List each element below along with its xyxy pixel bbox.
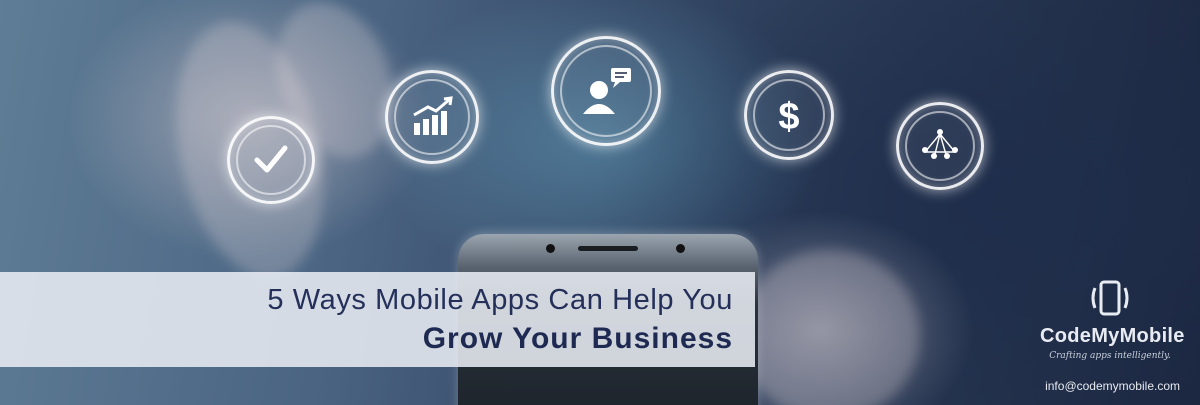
phone-camera	[676, 244, 685, 253]
hand-shape	[740, 250, 920, 405]
headline-line-1: 5 Ways Mobile Apps Can Help You	[267, 284, 733, 316]
hero-banner: $ 5 Ways Mobile Apps Can Help You Grow Y…	[0, 0, 1200, 405]
dollar-icon: $	[744, 70, 834, 160]
phone-speaker	[578, 246, 638, 251]
growth-chart-icon	[385, 70, 479, 164]
contact-email: info@codemymobile.com	[1045, 379, 1180, 393]
phone-logo-icon	[1091, 280, 1129, 316]
network-icon	[896, 102, 984, 190]
brand-name: CodeMyMobile	[1040, 325, 1185, 347]
brand-logo: CodeMyMobile Crafting apps intelligently…	[1040, 280, 1185, 361]
phone-camera	[546, 244, 555, 253]
headline-band: 5 Ways Mobile Apps Can Help You Grow You…	[0, 272, 755, 367]
headline-line-2: Grow Your Business	[422, 322, 733, 355]
user-chat-icon	[551, 36, 661, 146]
brand-tagline: Crafting apps intelligently.	[1049, 351, 1171, 361]
checkmark-icon	[227, 116, 315, 204]
svg-text:$: $	[778, 96, 799, 138]
